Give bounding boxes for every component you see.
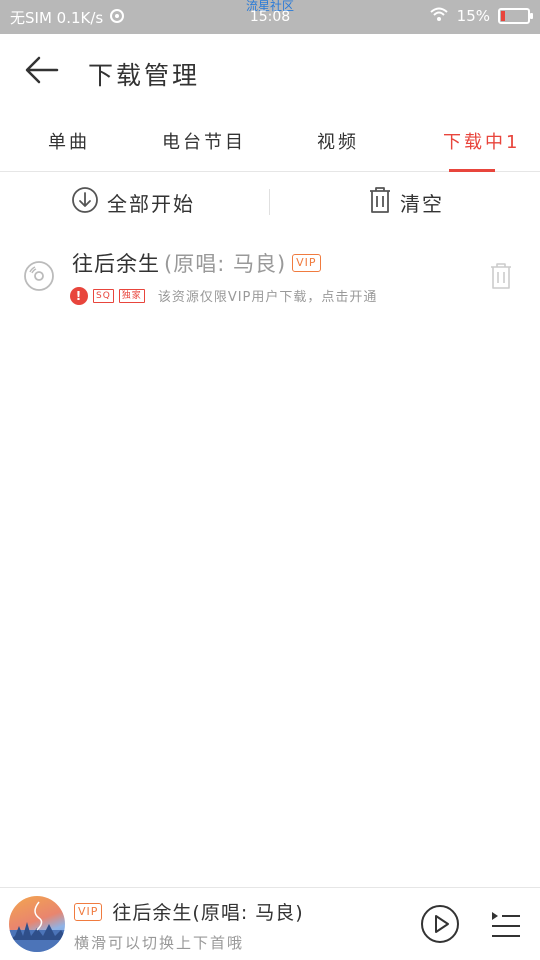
arrow-left-icon — [25, 56, 59, 88]
playlist-button[interactable] — [490, 910, 522, 942]
tab-downloading[interactable]: 下载中1 — [443, 128, 520, 154]
battery-percent: 15% — [456, 7, 490, 25]
disc-icon — [23, 260, 55, 296]
start-all-label: 全部开始 — [107, 192, 195, 216]
warning-icon: ! — [70, 286, 88, 305]
back-button[interactable] — [22, 52, 62, 92]
action-row: 全部开始 清空 — [0, 172, 540, 232]
app-header: 下载管理 — [0, 34, 540, 110]
trash-icon — [491, 263, 511, 289]
tab-singles[interactable]: 单曲 — [48, 128, 90, 154]
action-divider — [269, 189, 270, 215]
vip-badge: VIP — [292, 254, 321, 272]
tab-bar: 单曲 电台节目 视频 下载中1 — [0, 110, 540, 172]
trash-icon — [368, 186, 392, 219]
mini-player[interactable]: VIP 往后余生(原唱: 马良) 横滑可以切换上下首哦 — [0, 887, 540, 960]
tab-radio-programs[interactable]: 电台节目 — [162, 128, 246, 154]
battery-icon — [498, 8, 533, 24]
player-vip-badge: VIP — [74, 902, 103, 921]
player-song-title: 往后余生(原唱: 马良) — [112, 902, 304, 924]
clear-label: 清空 — [400, 192, 444, 216]
album-cover[interactable] — [9, 896, 65, 952]
tab-videos[interactable]: 视频 — [317, 128, 359, 154]
start-all-button[interactable]: 全部开始 — [71, 186, 195, 219]
page-title: 下载管理 — [88, 61, 201, 90]
player-title-row: VIP 往后余生(原唱: 马良) — [74, 898, 304, 925]
player-hint: 横滑可以切换上下首哦 — [74, 934, 245, 952]
song-title-row: 往后余生 (原唱: 马良) VIP — [72, 248, 321, 278]
sq-badge: SQ — [93, 288, 114, 303]
song-original-singer: (原唱: 马良) — [164, 252, 287, 276]
status-bar: 无SIM 0.1K/s 流星社区 15:08 15% — [0, 0, 540, 34]
download-list-item[interactable]: 往后余生 (原唱: 马良) VIP ! SQ 独家 该资源仅限VIP用户下载，点… — [0, 236, 540, 316]
playlist-icon — [492, 912, 520, 937]
exclusive-badge: 独家 — [118, 288, 145, 303]
play-icon — [421, 905, 459, 943]
song-title: 往后余生 — [72, 252, 160, 276]
song-status-row: ! SQ 独家 该资源仅限VIP用户下载，点击开通 — [70, 286, 377, 305]
status-right: 15% — [429, 6, 533, 26]
clear-button[interactable]: 清空 — [368, 186, 444, 219]
download-circle-icon — [71, 186, 99, 219]
play-button[interactable] — [420, 904, 460, 948]
vip-only-message[interactable]: 该资源仅限VIP用户下载，点击开通 — [158, 286, 378, 305]
battery-fill — [501, 11, 506, 21]
wifi-icon — [429, 6, 449, 26]
delete-item-button[interactable] — [489, 262, 513, 294]
